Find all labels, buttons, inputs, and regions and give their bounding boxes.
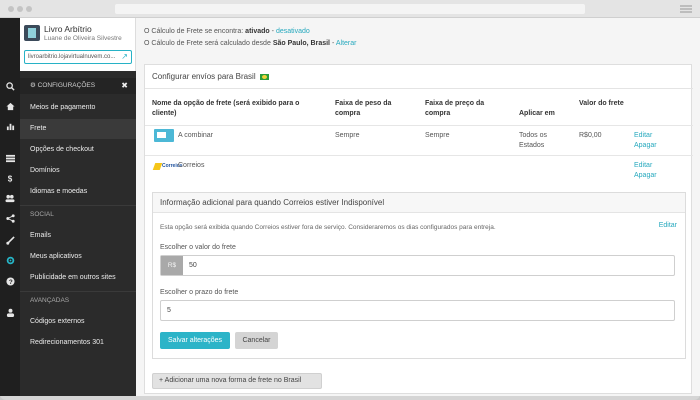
store-logo-icon — [24, 25, 40, 41]
settings-sidebar: Livro Arbítrio Luane de Oliveira Silvest… — [20, 18, 136, 396]
col-header-weight: Faixa de peso da compra — [335, 100, 392, 117]
shipping-status-line: O Cálculo de Frete se encontra: ativado … — [144, 28, 310, 35]
viewport: $ ? Livro Arbítrio Luane de Oliveira Sil… — [0, 18, 700, 396]
delete-link[interactable]: Apagar — [634, 141, 657, 151]
brazil-flag-icon — [259, 73, 269, 80]
shipping-config-panel: Configurar envíos para Brasil Nome da op… — [144, 64, 693, 394]
home-icon[interactable] — [0, 96, 20, 116]
external-link-icon[interactable]: ↗ — [121, 51, 128, 63]
window-close-dot[interactable] — [8, 6, 14, 12]
row-price: Sempre — [425, 132, 450, 139]
settings-header: ⚙ CONFIGURAÇÕES ✖ — [20, 78, 136, 94]
main-content: O Cálculo de Frete se encontra: ativado … — [136, 18, 700, 396]
browser-titlebar — [0, 0, 700, 18]
add-shipping-button[interactable]: + Adicionar uma nova forma de frete no B… — [152, 373, 322, 389]
delete-link[interactable]: Apagar — [634, 171, 657, 181]
correios-logo-icon: Correios — [152, 162, 183, 171]
value-label: Escolher o valor do frete — [160, 244, 236, 251]
edit-link[interactable]: Editar — [634, 161, 652, 171]
search-icon[interactable] — [0, 76, 20, 96]
cancel-button[interactable]: Cancelar — [235, 332, 278, 349]
sidebar-item-payments[interactable]: Meios de pagamento — [20, 98, 136, 118]
settings-gear-icon: ⚙ — [30, 82, 36, 89]
shipping-origin-line: O Cálculo de Frete será calculado desde … — [144, 40, 356, 47]
sidebar-item-checkout[interactable]: Opções de checkout — [20, 140, 136, 160]
share-icon[interactable] — [0, 208, 20, 228]
sidebar-item-redirects[interactable]: Redirecionamentos 301 — [20, 333, 136, 353]
store-url-link[interactable]: livroarbitrio.lojavirtualnuvem.co... ↗ — [24, 50, 132, 64]
row-apply: Todos os Estados — [519, 132, 548, 149]
store-owner: Luane de Oliveira Silvestre — [44, 35, 122, 42]
sidebar-item-apps[interactable]: Meus aplicativos — [20, 247, 136, 267]
brush-icon[interactable] — [0, 230, 20, 250]
svg-text:$: $ — [7, 174, 12, 182]
row-name: A combinar — [178, 132, 214, 139]
row-name: Correios — [178, 162, 205, 169]
edit-link[interactable]: Editar — [634, 131, 652, 141]
col-header-price: Faixa de preço da compra — [425, 100, 485, 117]
fallback-edit-link[interactable]: Editar — [659, 222, 677, 229]
fallback-title: Informação adicional para quando Correio… — [153, 193, 685, 213]
origin-place: São Paulo, Brasil — [272, 40, 330, 47]
row-value: R$0,00 — [579, 132, 602, 139]
stats-icon[interactable] — [0, 116, 20, 136]
change-origin-link[interactable]: Alterar — [336, 40, 357, 47]
sidebar-section-advanced: AVANÇADAS — [30, 297, 70, 304]
row-weight: Sempre — [335, 132, 360, 139]
sidebar-item-advertising[interactable]: Publicidade em outros sites — [20, 268, 136, 288]
panel-title-text: Configurar envíos para Brasil — [152, 72, 256, 81]
currency-addon: R$ — [161, 256, 183, 275]
icon-rail: $ ? — [0, 18, 20, 396]
status-state: ativado — [245, 28, 270, 35]
shipping-days-text: 5 — [167, 307, 171, 314]
store-url-text: livroarbitrio.lojavirtualnuvem.co... — [28, 54, 116, 60]
sidebar-item-domains[interactable]: Domínios — [20, 161, 136, 181]
address-bar[interactable] — [115, 4, 585, 14]
sidebar-item-languages[interactable]: Idiomas e moedas — [20, 182, 136, 202]
fallback-description: Esta opção será exibida quando Correios … — [160, 224, 496, 231]
shipping-value-input[interactable]: R$ 50 — [160, 255, 675, 276]
browser-frame: $ ? Livro Arbítrio Luane de Oliveira Sil… — [0, 0, 700, 400]
col-header-value: Valor do frete — [579, 100, 624, 107]
gear-icon[interactable] — [0, 250, 20, 270]
table-divider — [145, 155, 693, 156]
status-prefix: O Cálculo de Frete se encontra: — [144, 28, 244, 35]
status-separator: - — [271, 28, 274, 35]
window-maximize-dot[interactable] — [26, 6, 32, 12]
money-icon[interactable]: $ — [0, 168, 20, 188]
store-name: Livro Arbítrio — [44, 24, 92, 34]
settings-header-label: CONFIGURAÇÕES — [37, 82, 96, 89]
close-icon[interactable]: ✖ — [121, 78, 128, 94]
deactivate-link[interactable]: desativado — [276, 28, 310, 35]
origin-separator: - — [331, 40, 335, 47]
days-label: Escolher o prazo do frete — [160, 289, 239, 296]
help-icon[interactable]: ? — [0, 271, 20, 291]
browser-menu-icon[interactable] — [680, 5, 692, 13]
sidebar-section-social: SOCIAL — [30, 211, 54, 218]
table-divider — [145, 125, 693, 126]
fallback-info-panel: Informação adicional para quando Correio… — [152, 192, 686, 359]
shipping-days-input[interactable]: 5 — [160, 300, 675, 321]
shipping-box-icon — [154, 129, 174, 142]
save-button[interactable]: Salvar alterações — [160, 332, 230, 349]
col-header-name: Nome da opção de frete (será exibido par… — [152, 100, 300, 117]
origin-prefix: O Cálculo de Frete será calculado desde — [144, 40, 271, 47]
user-icon[interactable] — [0, 302, 20, 322]
store-brand: Livro Arbítrio Luane de Oliveira Silvest… — [20, 18, 136, 71]
window-minimize-dot[interactable] — [17, 6, 23, 12]
sidebar-item-external-codes[interactable]: Códigos externos — [20, 312, 136, 332]
sidebar-item-emails[interactable]: Emails — [20, 226, 136, 246]
panel-title: Configurar envíos para Brasil — [145, 65, 693, 89]
list-icon[interactable] — [0, 148, 20, 168]
svg-text:?: ? — [8, 279, 12, 286]
sidebar-item-shipping[interactable]: Frete — [20, 119, 136, 139]
col-header-apply: Aplicar em — [519, 110, 555, 117]
shipping-value-text: 50 — [189, 262, 197, 269]
users-icon[interactable] — [0, 188, 20, 208]
